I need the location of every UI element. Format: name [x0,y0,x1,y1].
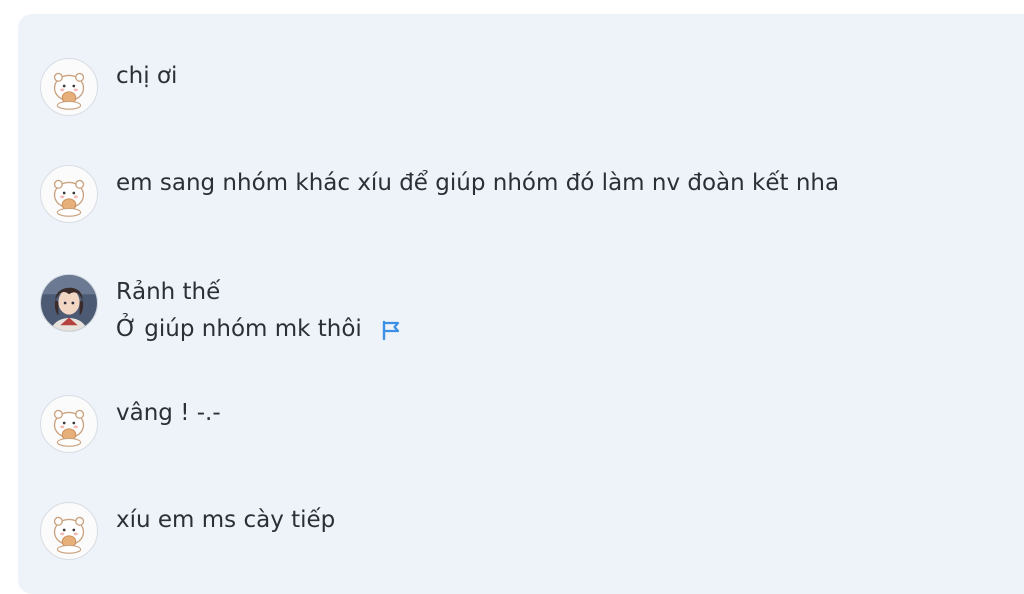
message-line: vâng ! -.- [116,400,221,426]
message-text: xíu em ms cày tiếp [116,502,335,539]
message-line: xíu em ms cày tiếp [116,507,336,533]
message-row[interactable]: vâng ! -.- [40,395,221,453]
message-line: chị ơi [116,63,178,89]
message-row[interactable]: xíu em ms cày tiếp [40,502,335,560]
message-line-with-reaction: Ở giúp nhóm mk thôi [116,311,402,348]
message-text: vâng ! -.- [116,395,221,432]
message-row[interactable]: chị ơi [40,58,177,116]
anime-character-avatar-icon[interactable] [40,274,98,332]
flag-icon[interactable] [380,319,402,341]
message-line: Rảnh thế [116,279,221,305]
cat-sticker-avatar-icon[interactable] [40,165,98,223]
message-line: Ở giúp nhóm mk thôi [116,316,362,342]
cat-sticker-avatar-icon[interactable] [40,58,98,116]
message-text: em sang nhóm khác xíu để giúp nhóm đó là… [116,165,839,202]
message-line: em sang nhóm khác xíu để giúp nhóm đó là… [116,170,840,196]
cat-sticker-avatar-icon[interactable] [40,395,98,453]
message-row[interactable]: em sang nhóm khác xíu để giúp nhóm đó là… [40,165,839,223]
chat-message-list[interactable]: chị ơi em sang nhóm khác xíu để giúp nhó… [18,14,1024,594]
message-row[interactable]: Rảnh thế Ở giúp nhóm mk thôi [40,274,402,348]
message-text: Rảnh thế Ở giúp nhóm mk thôi [116,274,402,348]
cat-sticker-avatar-icon[interactable] [40,502,98,560]
message-text: chị ơi [116,58,177,95]
